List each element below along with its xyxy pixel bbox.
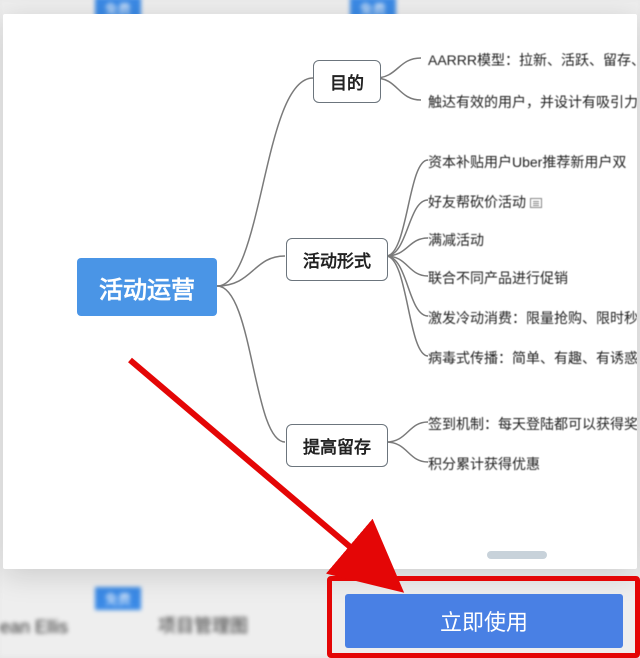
- bg-template-title-left: ean Ellis: [0, 617, 68, 638]
- mindmap-leaf: 资本补贴用户Uber推荐新用户双: [428, 152, 626, 172]
- mindmap-child-node: 目的: [313, 60, 381, 103]
- note-icon: [530, 198, 542, 208]
- bg-template-title-center: 项目管理图: [158, 612, 248, 638]
- mindmap-leaf: 满减活动: [428, 230, 484, 250]
- mindmap-leaf: 触达有效的用户，并设计有吸引力的转: [428, 92, 637, 112]
- use-now-button[interactable]: 立即使用: [345, 594, 623, 648]
- mindmap-leaf: 联合不同产品进行促销: [428, 268, 568, 288]
- mindmap-child-node: 活动形式: [286, 238, 388, 281]
- template-preview-modal: 活动运营 目的 AARRR模型：拉新、活跃、留存、收入 触达有效的用户，并设计有…: [3, 14, 637, 569]
- mindmap-leaf: 好友帮砍价活动: [428, 192, 542, 212]
- mindmap-leaf: 积分累计获得优惠: [428, 454, 540, 474]
- mindmap-root-node: 活动运营: [77, 258, 217, 316]
- mindmap-leaf: AARRR模型：拉新、活跃、留存、收入: [428, 50, 637, 70]
- mindmap-child-node: 提高留存: [286, 424, 388, 467]
- carousel-indicator: [487, 551, 547, 559]
- mindmap-leaf: 签到机制：每天登陆都可以获得奖: [428, 414, 637, 434]
- mindmap-leaf: 病毒式传播：简单、有趣、有诱惑: [428, 348, 637, 368]
- mindmap-leaf: 激发冷动消费：限量抢购、限时秒: [428, 308, 637, 328]
- mindmap-diagram: 活动运营 目的 AARRR模型：拉新、活跃、留存、收入 触达有效的用户，并设计有…: [3, 14, 637, 569]
- tag-free: 免费: [95, 587, 141, 610]
